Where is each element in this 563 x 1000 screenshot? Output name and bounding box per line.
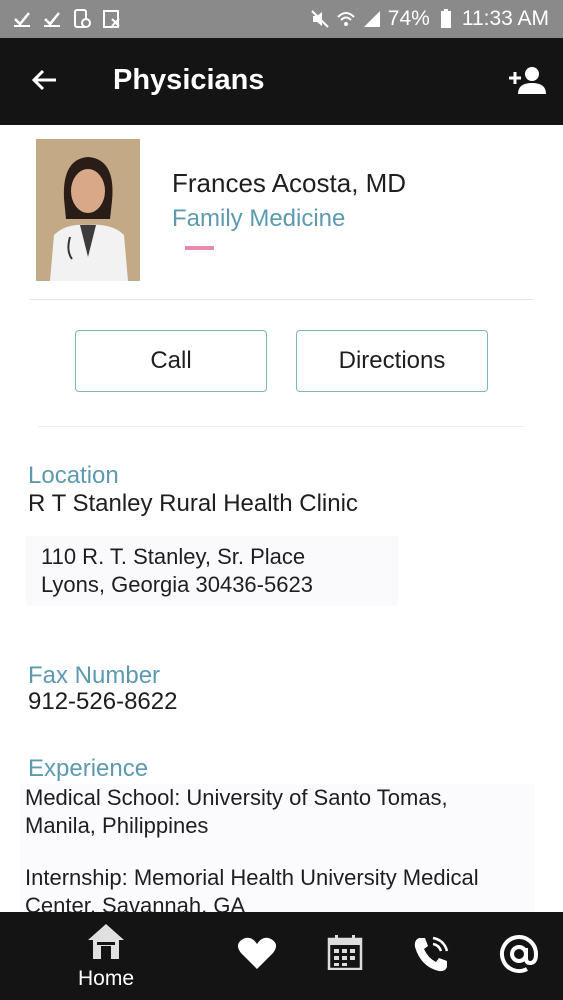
- nav-home[interactable]: Home: [70, 922, 142, 991]
- check-icon: [12, 9, 32, 29]
- battery-percent: 74%: [387, 7, 430, 30]
- experience-line: Medical School: University of Santo Toma…: [25, 785, 448, 810]
- phone-icon: [411, 934, 451, 979]
- nav-calendar[interactable]: [325, 934, 365, 975]
- arrow-left-icon: [30, 68, 58, 97]
- divider: [30, 299, 533, 300]
- heart-icon: [237, 936, 277, 975]
- fax-number: 912-526-8622: [28, 688, 178, 715]
- call-button[interactable]: Call: [75, 330, 267, 392]
- clock: 11:33 AM: [461, 7, 549, 30]
- nav-phone[interactable]: [410, 934, 452, 979]
- back-button[interactable]: [24, 62, 64, 102]
- physician-photo: [36, 139, 140, 281]
- divider: [38, 426, 525, 427]
- accent-divider: [185, 246, 214, 250]
- calendar-icon: [327, 934, 363, 975]
- page-title: Physicians: [113, 64, 265, 96]
- directions-button[interactable]: Directions: [296, 330, 488, 392]
- bottom-nav: Home: [0, 912, 563, 1000]
- experience-label: Experience: [28, 755, 149, 782]
- address-line-2: Lyons, Georgia 30436-5623: [41, 572, 313, 597]
- signal-icon: [362, 9, 382, 29]
- experience-block: Medical School: University of Santo Toma…: [20, 784, 535, 912]
- experience-line: Manila, Philippines: [25, 813, 209, 838]
- nav-favorites[interactable]: [236, 936, 278, 975]
- status-bar: 74% 11:33 AM: [0, 0, 563, 38]
- add-contact-icon: [508, 66, 546, 99]
- physician-specialty: Family Medicine: [172, 205, 346, 232]
- phone-sync-icon: [72, 9, 92, 29]
- address-line-1: 110 R. T. Stanley, Sr. Place: [41, 544, 306, 569]
- check-icon: [42, 9, 62, 29]
- experience-line: Center, Savannah, GA: [25, 893, 246, 912]
- mute-icon: [310, 9, 330, 29]
- app-bar: Physicians: [0, 38, 563, 125]
- nav-email[interactable]: [498, 934, 540, 979]
- wifi-icon: [336, 9, 356, 29]
- clinic-name: R T Stanley Rural Health Clinic: [28, 490, 358, 517]
- fax-label: Fax Number: [28, 662, 161, 689]
- location-label: Location: [28, 462, 119, 489]
- physician-name: Frances Acosta, MD: [172, 168, 407, 198]
- home-icon: [86, 922, 126, 965]
- at-sign-icon: [499, 934, 539, 979]
- nav-home-label: Home: [77, 967, 135, 990]
- address-block[interactable]: 110 R. T. Stanley, Sr. Place Lyons, Geor…: [26, 536, 398, 606]
- add-contact-button[interactable]: [505, 60, 549, 104]
- experience-line: Internship: Memorial Health University M…: [25, 865, 479, 890]
- battery-icon: [436, 9, 456, 29]
- image-off-icon: [102, 9, 122, 29]
